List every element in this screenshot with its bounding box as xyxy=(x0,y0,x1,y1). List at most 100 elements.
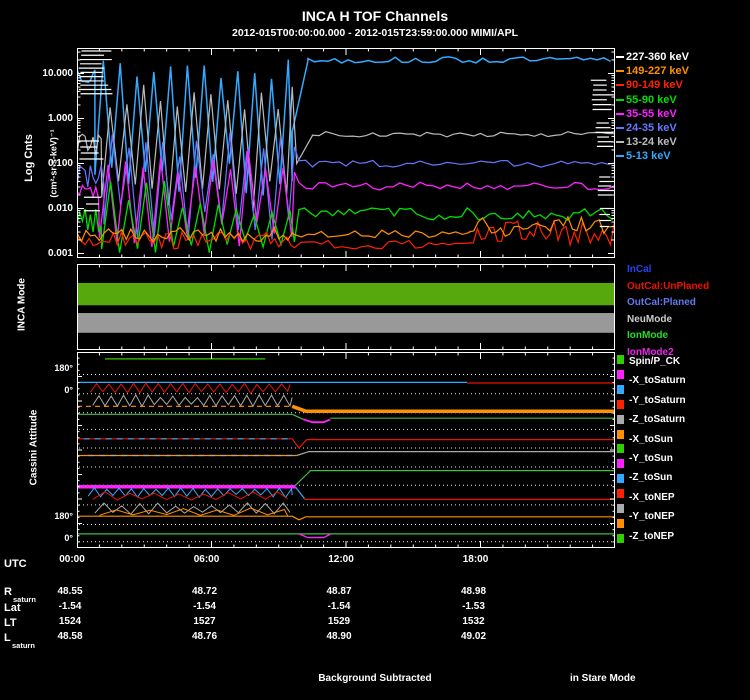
attitude-label--Z-toNEP: -Z_toNEP xyxy=(629,531,674,542)
legend-label: 55-90 keV xyxy=(626,94,677,106)
table-row-label-lt: LT xyxy=(4,617,17,629)
legend-item-55-90-keV: 55-90 keV xyxy=(616,94,677,106)
attitude-chart xyxy=(77,352,615,548)
attitude-label--X-toSaturn: -X_toSaturn xyxy=(629,375,686,386)
mode-label-OutCal-Planed: OutCal:Planed xyxy=(627,297,696,308)
legend-chip xyxy=(616,70,624,72)
table-row-label-l: L xyxy=(4,632,11,644)
trace-5-13 keV xyxy=(77,57,611,196)
legend-label: 5-13 keV xyxy=(626,150,671,162)
legend-label: 35-55 keV xyxy=(626,108,677,120)
legend-chip xyxy=(616,84,624,86)
table-value-L-3: 49.02 xyxy=(452,631,496,642)
utc-tick-18:00: 18:00 xyxy=(454,554,498,565)
attitude-label--Y-toSun: -Y_toSun xyxy=(629,453,673,464)
legend-label: 13-24 keV xyxy=(626,136,677,148)
attitude-ytick-0°: 0° xyxy=(31,533,73,543)
legend-label: 227-360 keV xyxy=(626,51,689,63)
trace-y-to-nep-orange xyxy=(77,516,615,520)
spectrum-ytick-10.000: 10.000 xyxy=(31,68,73,79)
legend-chip xyxy=(616,56,624,58)
legend-item-227-360-keV: 227-360 keV xyxy=(616,51,689,63)
mode-bar-IonMode xyxy=(77,283,615,305)
page-subtitle: 2012-015T00:00:00.000 - 2012-015T23:59:0… xyxy=(0,27,750,39)
table-value-LT-2: 1529 xyxy=(317,616,361,627)
spectrum-ytick-0.001: 0.001 xyxy=(31,248,73,259)
attitude-label--Y-toSaturn: -Y_toSaturn xyxy=(629,395,686,406)
footer-stare-mode: in Stare Mode xyxy=(570,673,636,684)
attitude-ytick-180°: 180° xyxy=(31,363,73,373)
legend-item-149-227-keV: 149-227 keV xyxy=(616,65,689,77)
mode-label-InCal: InCal xyxy=(627,264,651,275)
legend-item-5-13-keV: 5-13 keV xyxy=(616,150,671,162)
table-value-LT-1: 1527 xyxy=(183,616,227,627)
attitude-edge-chip xyxy=(617,355,624,364)
spectrum-ytick-0.100: 0.100 xyxy=(31,158,73,169)
legend-item-90-149-keV: 90-149 keV xyxy=(616,79,683,91)
trace-z-to-saturn-orange-thick xyxy=(292,406,615,411)
footer-background-subtracted: Background Subtracted xyxy=(0,673,750,684)
attitude-edge-chip xyxy=(617,534,624,543)
page-title: INCA H TOF Channels xyxy=(0,8,750,24)
table-value-L-2: 48.90 xyxy=(317,631,361,642)
attitude-edge-chip xyxy=(617,444,624,453)
trace-y-to-saturn-gray-osc xyxy=(93,395,293,406)
attitude-edge-chip xyxy=(617,385,624,394)
legend-item-24-35-keV: 24-35 keV xyxy=(616,122,677,134)
table-value-LT-0: 1524 xyxy=(48,616,92,627)
table-value-R-3: 48.98 xyxy=(452,586,496,597)
utc-tick-06:00: 06:00 xyxy=(185,554,229,565)
legend-label: 149-227 keV xyxy=(626,65,689,77)
attitude-edge-chip xyxy=(617,415,624,424)
mode-bar-NeuMode xyxy=(77,313,615,333)
table-value-R-1: 48.72 xyxy=(183,586,227,597)
legend-chip xyxy=(616,99,624,101)
table-row-sub-l: saturn xyxy=(12,641,35,650)
attitude-edge-chip xyxy=(617,430,624,439)
spectrum-ytick-0.010: 0.010 xyxy=(31,203,73,214)
mode-label-OutCal-UnPlaned: OutCal:UnPlaned xyxy=(627,281,709,292)
inca-tof-plot-page: { "title": "INCA H TOF Channels", "subti… xyxy=(0,0,750,700)
trace-y-to-sun-gray xyxy=(297,452,615,456)
attitude-ytick-0°: 0° xyxy=(31,385,73,395)
table-value-L-0: 48.58 xyxy=(48,631,92,642)
utc-axis-label: UTC xyxy=(4,558,27,570)
trace-x-to-nep-blue-drop xyxy=(296,487,305,498)
utc-tick-00:00: 00:00 xyxy=(50,554,94,565)
trace-x-to-sun-red xyxy=(77,439,615,448)
table-value-Lat-3: -1.53 xyxy=(452,601,496,612)
legend-item-35-55-keV: 35-55 keV xyxy=(616,108,677,120)
attitude-label--Z-toSun: -Z_toSun xyxy=(629,472,672,483)
attitude-label--X-toSun: -X_toSun xyxy=(629,434,673,445)
trace-z-to-saturn-green xyxy=(77,414,303,419)
inca-mode-chart xyxy=(77,264,615,350)
legend-chip xyxy=(616,155,624,157)
legend-chip xyxy=(616,113,624,115)
tof-spectrum-chart xyxy=(77,48,615,258)
attitude-label--Y-toNEP: -Y_toNEP xyxy=(629,511,675,522)
legend-chip xyxy=(616,141,624,143)
table-value-R-2: 48.87 xyxy=(317,586,361,597)
attitude-label--X-toNEP: -X_toNEP xyxy=(629,492,675,503)
trace-z-to-saturn-magenta-dip xyxy=(303,419,330,422)
legend-label: 90-149 keV xyxy=(626,79,683,91)
legend-label: 24-35 keV xyxy=(626,122,677,134)
attitude-label--Z-toSaturn: -Z_toSaturn xyxy=(629,414,685,425)
legend-chip xyxy=(616,127,624,129)
table-value-LT-3: 1532 xyxy=(452,616,496,627)
attitude-edge-chip xyxy=(617,370,624,379)
table-row-label-r: R xyxy=(4,586,12,598)
table-value-L-1: 48.76 xyxy=(183,631,227,642)
attitude-edge-chip xyxy=(617,459,624,468)
attitude-edge-chip xyxy=(617,504,624,513)
mode-label-IonMode: IonMode xyxy=(627,330,668,341)
attitude-edge-chip xyxy=(617,519,624,528)
spectrum-ytick-1.000: 1.000 xyxy=(31,113,73,124)
trace-z-to-sun-green xyxy=(294,471,615,487)
legend-item-13-24-keV: 13-24 keV xyxy=(616,136,677,148)
attitude-edge-chip xyxy=(617,400,624,409)
table-row-label-lat: Lat xyxy=(4,602,21,614)
table-value-Lat-2: -1.54 xyxy=(317,601,361,612)
utc-tick-12:00: 12:00 xyxy=(319,554,363,565)
attitude-edge-chip xyxy=(617,474,624,483)
